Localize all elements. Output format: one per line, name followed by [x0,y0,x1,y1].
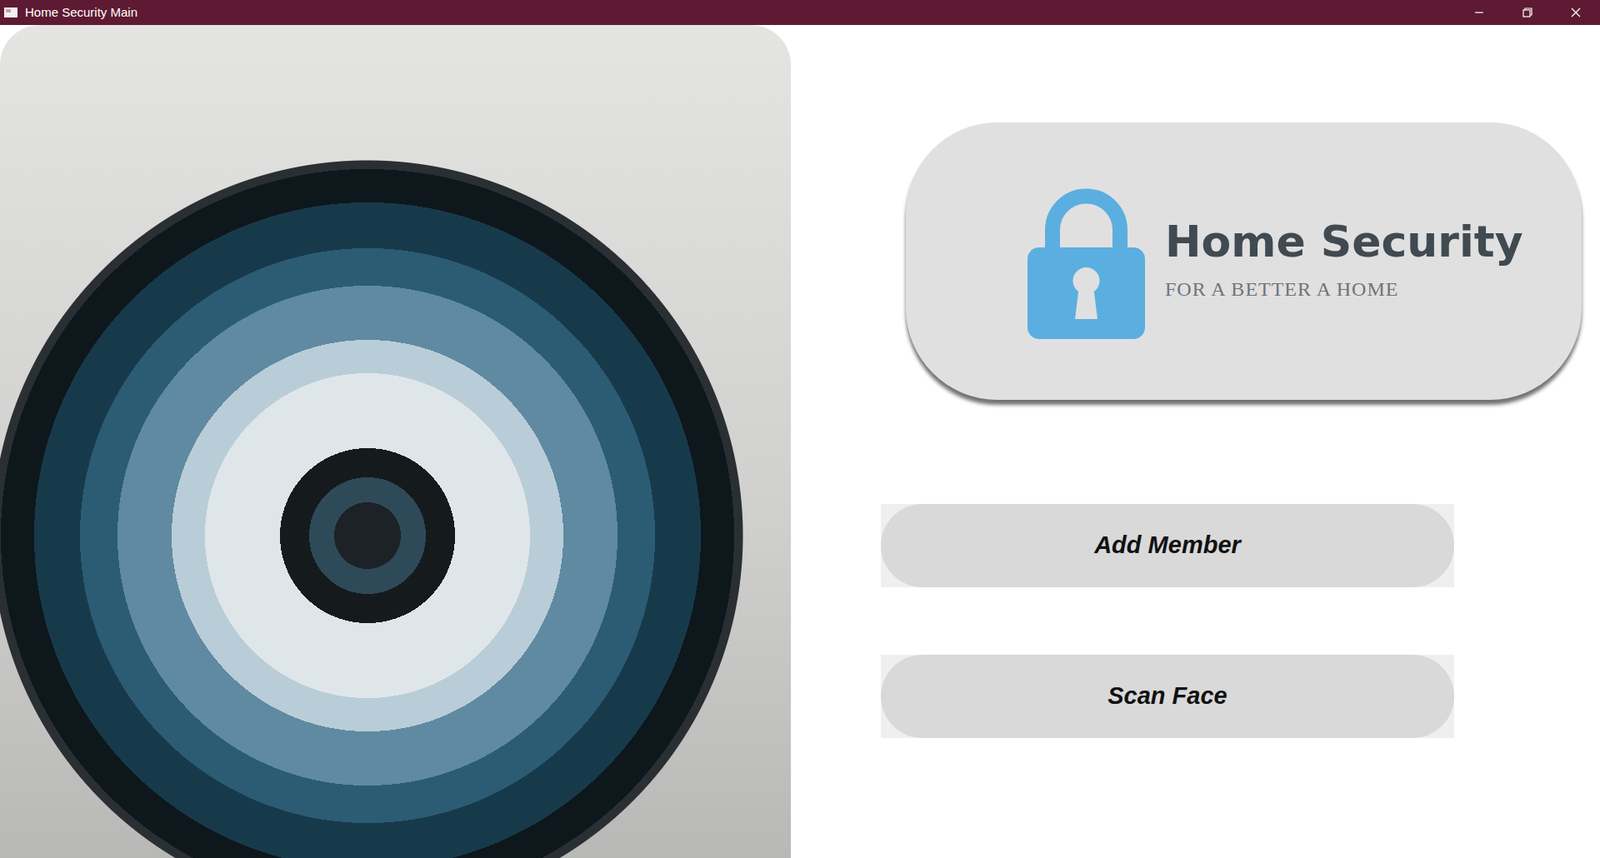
button-frame: Scan Face [880,655,1455,739]
minimize-button[interactable] [1455,0,1504,25]
title-bar: Home Security Main [0,0,1600,25]
logo-title: Home Security [1165,218,1524,266]
minimize-icon [1473,6,1485,19]
camera-photo [0,25,791,858]
button-frame: Add Member [880,504,1455,588]
add-member-button[interactable]: Add Member [880,504,1455,588]
scan-face-button[interactable]: Scan Face [880,655,1455,739]
main-content: Home Security FOR A BETTER A HOME Add Memb… [0,25,1600,858]
close-button[interactable] [1551,0,1600,25]
logo-tagline: FOR A BETTER A HOME [1165,274,1524,305]
right-panel: Home Security FOR A BETTER A HOME Add Memb… [790,25,1600,858]
logo-card: Home Security FOR A BETTER A HOME [905,122,1582,400]
close-icon [1570,6,1582,19]
window-title: Home Security Main [25,3,1455,23]
restore-icon [1521,6,1534,19]
logo-text: Home Security FOR A BETTER A HOME [1165,218,1524,305]
restore-button[interactable] [1503,0,1552,25]
app-icon [3,5,19,20]
lock-icon [1027,184,1145,340]
